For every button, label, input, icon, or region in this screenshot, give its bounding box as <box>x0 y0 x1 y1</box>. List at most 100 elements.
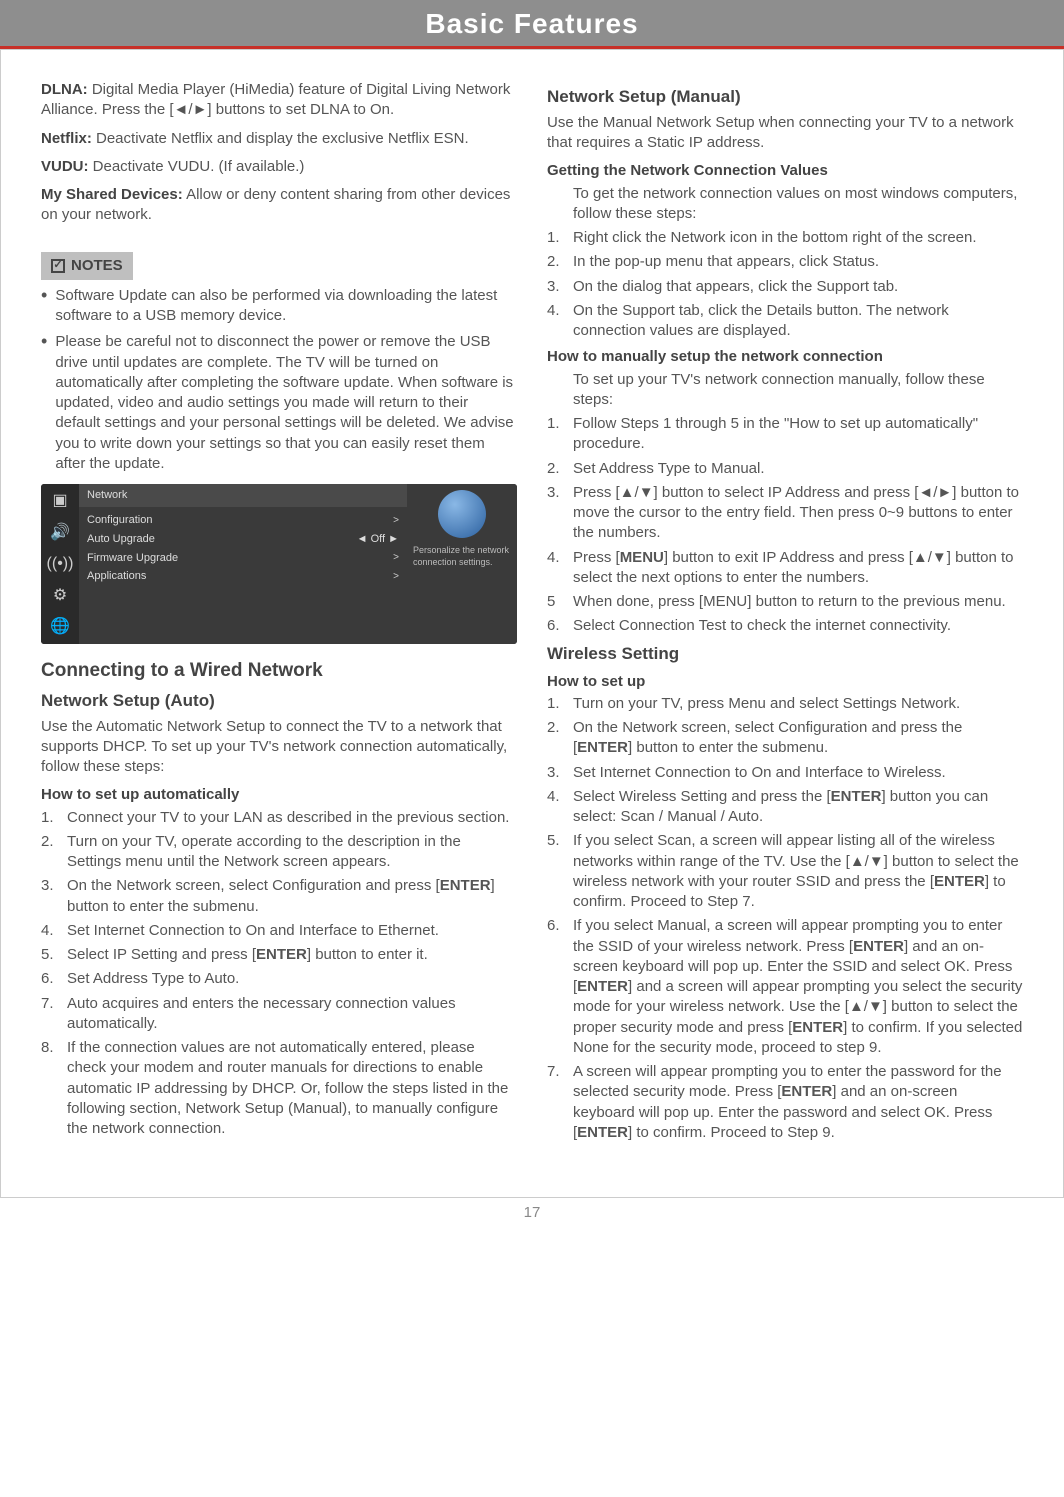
dlna-text: Digital Media Player (HiMedia) feature o… <box>41 81 510 118</box>
picture-icon: ▣ <box>52 490 67 512</box>
step-number: 4. <box>41 921 59 941</box>
wireless-setting-heading: Wireless Setting <box>547 643 1023 666</box>
list-item: 3.Set Internet Connection to On and Inte… <box>547 763 1023 783</box>
auto-subheading: How to set up automatically <box>41 785 517 805</box>
list-item: 4.Press [MENU] button to exit IP Address… <box>547 548 1023 589</box>
step-number: 5 <box>547 592 565 612</box>
chevron-right-icon: > <box>393 551 399 565</box>
notes-list: Software Update can also be performed vi… <box>41 286 517 474</box>
step-text: Connect your TV to your LAN as described… <box>67 808 509 828</box>
list-item: 7.Auto acquires and enters the necessary… <box>41 994 517 1035</box>
step-text: Press [MENU] button to exit IP Address a… <box>573 548 1023 589</box>
howto-manual-subheading: How to manually setup the network connec… <box>547 347 1023 367</box>
page-header: Basic Features <box>0 0 1064 49</box>
list-item: 6.If you select Manual, a screen will ap… <box>547 916 1023 1058</box>
step-text: Set Address Type to Manual. <box>573 459 765 479</box>
menu-row-auto-upgrade: Auto Upgrade ◄ Off ► <box>79 530 407 549</box>
list-item: 1. Right click the Network icon in the bo… <box>547 228 1023 248</box>
step-number: 1. <box>547 694 565 714</box>
howto-manual-intro: To set up your TV's network connection m… <box>547 370 1023 411</box>
step-text: Select Wireless Setting and press the [E… <box>573 787 1023 828</box>
network-menu-mock: ▣ 🔊 ((•)) ⚙ 🌐 Network Configuration > Au… <box>41 484 517 644</box>
left-column: DLNA: Digital Media Player (HiMedia) fea… <box>41 80 517 1147</box>
step-text: If you select Scan, a screen will appear… <box>573 831 1023 912</box>
notes-heading-box: ✓ NOTES <box>41 252 133 280</box>
page-content: DLNA: Digital Media Player (HiMedia) fea… <box>0 49 1064 1198</box>
list-item: 2.Turn on your TV, operate according to … <box>41 832 517 873</box>
menu-row-configuration: Configuration > <box>79 511 407 530</box>
menu-row-value: ◄ Off ► <box>357 532 399 547</box>
step-number: 6. <box>547 616 565 636</box>
step-number: 7. <box>41 994 59 1035</box>
step-number: 2. <box>547 252 565 272</box>
note-text: Software Update can also be performed vi… <box>55 286 517 327</box>
step-number: 3. <box>41 876 59 917</box>
shared-devices-label: My Shared Devices: <box>41 186 183 203</box>
notes-heading: NOTES <box>71 256 123 276</box>
step-text: If the connection values are not automat… <box>67 1038 517 1139</box>
list-item: 2.Set Address Type to Manual. <box>547 459 1023 479</box>
step-number: 5. <box>547 831 565 912</box>
list-item: 2.In the pop-up menu that appears, click… <box>547 252 1023 272</box>
step-text: If you select Manual, a screen will appe… <box>573 916 1023 1058</box>
list-item: Software Update can also be performed vi… <box>41 286 517 327</box>
manual-intro: Use the Manual Network Setup when connec… <box>547 113 1023 154</box>
menu-sidebar: ▣ 🔊 ((•)) ⚙ 🌐 <box>41 484 79 644</box>
connecting-wired-heading: Connecting to a Wired Network <box>41 658 517 684</box>
chevron-right-icon: > <box>393 570 399 584</box>
step-text: On the Network screen, select Configurat… <box>67 876 517 917</box>
step-text: Right click the Network icon in the bott… <box>573 228 977 248</box>
netflix-paragraph: Netflix: Deactivate Netflix and display … <box>41 129 517 149</box>
list-item: Please be careful not to disconnect the … <box>41 332 517 474</box>
step-number: 5. <box>41 945 59 965</box>
step-number: 7. <box>547 1062 565 1143</box>
step-number: 3. <box>547 763 565 783</box>
step-text: Auto acquires and enters the necessary c… <box>67 994 517 1035</box>
list-item: 3.Press [▲/▼] button to select IP Addres… <box>547 483 1023 544</box>
network-setup-manual-heading: Network Setup (Manual) <box>547 86 1023 109</box>
list-item: 5When done, press [MENU] button to retur… <box>547 592 1023 612</box>
step-text: On the Network screen, select Configurat… <box>573 718 1023 759</box>
wireless-steps: 1. Turn on your TV, press Menu and select… <box>547 694 1023 1143</box>
broadcast-icon: ((•)) <box>47 553 74 575</box>
menu-row-label: Configuration <box>87 513 152 528</box>
step-number: 1. <box>547 414 565 455</box>
step-text: A screen will appear prompting you to en… <box>573 1062 1023 1143</box>
list-item: 6.Select Connection Test to check the in… <box>547 616 1023 636</box>
list-item: 3. On the dialog that appears, click the … <box>547 277 1023 297</box>
step-text: Select IP Setting and press [ENTER] butt… <box>67 945 428 965</box>
getting-values-steps: 1. Right click the Network icon in the bo… <box>547 228 1023 341</box>
list-item: 5. Select IP Setting and press [ENTER] bu… <box>41 945 517 965</box>
list-item: 1. Connect your TV to your LAN as describ… <box>41 808 517 828</box>
list-item: 4.Set Internet Connection to On and Inte… <box>41 921 517 941</box>
step-number: 1. <box>41 808 59 828</box>
step-text: Turn on your TV, press Menu and select S… <box>573 694 960 714</box>
step-text: Set Address Type to Auto. <box>67 969 239 989</box>
menu-row-label: Applications <box>87 569 146 584</box>
page-number: 17 <box>524 1204 541 1221</box>
step-number: 6. <box>41 969 59 989</box>
wireless-howto-subheading: How to set up <box>547 672 1023 692</box>
step-text: Press [▲/▼] button to select IP Address … <box>573 483 1023 544</box>
step-number: 4. <box>547 301 565 342</box>
getting-values-intro: To get the network connection values on … <box>547 184 1023 225</box>
dlna-paragraph: DLNA: Digital Media Player (HiMedia) fea… <box>41 80 517 121</box>
network-setup-auto-heading: Network Setup (Auto) <box>41 690 517 713</box>
step-text: Turn on your TV, operate according to th… <box>67 832 517 873</box>
step-number: 6. <box>547 916 565 1058</box>
auto-upgrade-value: Off <box>371 533 385 545</box>
vudu-text: Deactivate VUDU. (If available.) <box>89 158 305 175</box>
settings-icon: ⚙ <box>53 585 67 607</box>
globe-graphic-icon <box>438 490 486 538</box>
right-column: Network Setup (Manual) Use the Manual Ne… <box>547 80 1023 1147</box>
step-number: 4. <box>547 787 565 828</box>
shared-devices-paragraph: My Shared Devices: Allow or deny content… <box>41 185 517 226</box>
list-item: 5.If you select Scan, a screen will appe… <box>547 831 1023 912</box>
step-number: 1. <box>547 228 565 248</box>
dlna-label: DLNA: <box>41 81 88 98</box>
step-number: 4. <box>547 548 565 589</box>
list-item: 4.Select Wireless Setting and press the … <box>547 787 1023 828</box>
step-text: On the dialog that appears, click the Su… <box>573 277 898 297</box>
step-number: 3. <box>547 277 565 297</box>
netflix-text: Deactivate Netflix and display the exclu… <box>92 130 469 147</box>
